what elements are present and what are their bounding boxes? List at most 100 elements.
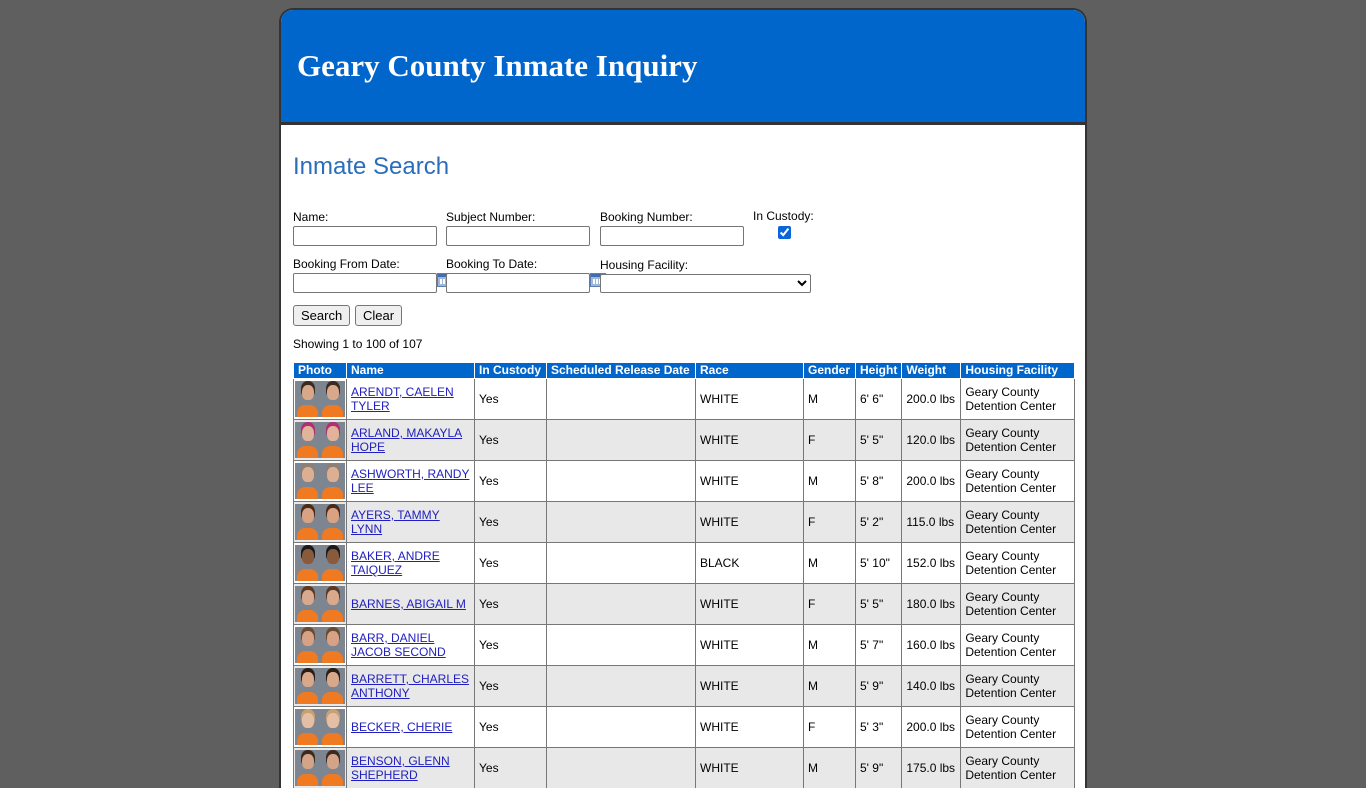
- booking-from-date-input[interactable]: [293, 273, 437, 293]
- mugshot-thumbnail[interactable]: [295, 668, 345, 704]
- cell-gender: M: [804, 543, 856, 584]
- mugshot-front: [295, 381, 320, 417]
- cell-in-custody: Yes: [475, 666, 547, 707]
- table-row: ARLAND, MAKAYLA HOPEYesWHITEF5' 5"120.0 …: [294, 420, 1075, 461]
- page-frame: Geary County Inmate Inquiry Inmate Searc…: [279, 8, 1087, 788]
- cell-height: 5' 8": [856, 461, 902, 502]
- booking-to-date-field-group: Booking To Date:: [446, 258, 606, 293]
- cell-height: 5' 5": [856, 584, 902, 625]
- column-header-name: Name: [347, 363, 475, 379]
- table-row: ASHWORTH, RANDY LEEYesWHITEM5' 8"200.0 l…: [294, 461, 1075, 502]
- cell-housing-facility: Geary County Detention Center: [961, 666, 1075, 707]
- cell-race: WHITE: [696, 379, 804, 420]
- housing-facility-field-group: Housing Facility:: [600, 259, 811, 293]
- mugshot-thumbnail[interactable]: [295, 381, 345, 417]
- cell-in-custody: Yes: [475, 502, 547, 543]
- cell-photo: [294, 543, 347, 584]
- cell-photo: [294, 625, 347, 666]
- mugshot-profile: [320, 463, 345, 499]
- cell-weight: 200.0 lbs: [902, 707, 961, 748]
- cell-height: 5' 7": [856, 625, 902, 666]
- inmate-name-link[interactable]: BARRETT, CHARLES ANTHONY: [351, 672, 469, 700]
- clear-button[interactable]: Clear: [355, 305, 402, 326]
- inmate-name-link[interactable]: ARENDT, CAELEN TYLER: [351, 385, 454, 413]
- cell-height: 5' 10": [856, 543, 902, 584]
- mugshot-thumbnail[interactable]: [295, 463, 345, 499]
- mugshot-front: [295, 668, 320, 704]
- column-header-weight: Weight: [902, 363, 961, 379]
- mugshot-thumbnail[interactable]: [295, 504, 345, 540]
- cell-release-date: [547, 461, 696, 502]
- cell-photo: [294, 420, 347, 461]
- mugshot-front: [295, 545, 320, 581]
- site-header: Geary County Inmate Inquiry: [281, 10, 1085, 125]
- mugshot-front: [295, 586, 320, 622]
- mugshot-thumbnail[interactable]: [295, 627, 345, 663]
- in-custody-checkbox[interactable]: [778, 226, 791, 239]
- mugshot-profile: [320, 709, 345, 745]
- cell-name: ARENDT, CAELEN TYLER: [347, 379, 475, 420]
- booking-number-label: Booking Number:: [600, 211, 744, 224]
- cell-housing-facility: Geary County Detention Center: [961, 502, 1075, 543]
- cell-release-date: [547, 666, 696, 707]
- inmate-name-link[interactable]: BECKER, CHERIE: [351, 720, 452, 734]
- cell-height: 5' 9": [856, 666, 902, 707]
- inmate-name-link[interactable]: AYERS, TAMMY LYNN: [351, 508, 440, 536]
- cell-release-date: [547, 543, 696, 584]
- table-row: BARNES, ABIGAIL MYesWHITEF5' 5"180.0 lbs…: [294, 584, 1075, 625]
- column-header-gender: Gender: [804, 363, 856, 379]
- inmate-name-link[interactable]: BAKER, ANDRE TAIQUEZ: [351, 549, 440, 577]
- mugshot-thumbnail[interactable]: [295, 545, 345, 581]
- mugshot-front: [295, 463, 320, 499]
- mugshot-thumbnail[interactable]: [295, 422, 345, 458]
- cell-housing-facility: Geary County Detention Center: [961, 420, 1075, 461]
- cell-gender: F: [804, 420, 856, 461]
- mugshot-thumbnail[interactable]: [295, 586, 345, 622]
- mugshot-thumbnail[interactable]: [295, 709, 345, 745]
- subject-number-input[interactable]: [446, 226, 590, 246]
- search-button[interactable]: Search: [293, 305, 350, 326]
- column-header-race: Race: [696, 363, 804, 379]
- booking-to-date-label: Booking To Date:: [446, 258, 606, 271]
- cell-gender: F: [804, 584, 856, 625]
- mugshot-profile: [320, 545, 345, 581]
- column-header-height: Height: [856, 363, 902, 379]
- booking-to-date-input[interactable]: [446, 273, 590, 293]
- cell-height: 5' 3": [856, 707, 902, 748]
- cell-name: BARNES, ABIGAIL M: [347, 584, 475, 625]
- mugshot-profile: [320, 586, 345, 622]
- cell-name: BARR, DANIEL JACOB SECOND: [347, 625, 475, 666]
- cell-race: WHITE: [696, 584, 804, 625]
- cell-race: WHITE: [696, 707, 804, 748]
- inmate-name-link[interactable]: BARR, DANIEL JACOB SECOND: [351, 631, 446, 659]
- mugshot-thumbnail[interactable]: [295, 750, 345, 786]
- mugshot-profile: [320, 750, 345, 786]
- cell-name: BARRETT, CHARLES ANTHONY: [347, 666, 475, 707]
- booking-number-input[interactable]: [600, 226, 744, 246]
- cell-photo: [294, 707, 347, 748]
- mugshot-profile: [320, 381, 345, 417]
- table-row: AYERS, TAMMY LYNNYesWHITEF5' 2"115.0 lbs…: [294, 502, 1075, 543]
- inmate-name-link[interactable]: BENSON, GLENN SHEPHERD: [351, 754, 450, 782]
- name-input[interactable]: [293, 226, 437, 246]
- mugshot-front: [295, 504, 320, 540]
- cell-gender: M: [804, 666, 856, 707]
- table-row: BECKER, CHERIEYesWHITEF5' 3"200.0 lbsGea…: [294, 707, 1075, 748]
- cell-height: 5' 2": [856, 502, 902, 543]
- mugshot-front: [295, 709, 320, 745]
- inmate-name-link[interactable]: ARLAND, MAKAYLA HOPE: [351, 426, 462, 454]
- table-row: BARRETT, CHARLES ANTHONYYesWHITEM5' 9"14…: [294, 666, 1075, 707]
- inmate-name-link[interactable]: ASHWORTH, RANDY LEE: [351, 467, 469, 495]
- cell-in-custody: Yes: [475, 543, 547, 584]
- in-custody-field-group: In Custody:: [753, 210, 814, 242]
- name-field-group: Name:: [293, 211, 437, 246]
- column-header-housing-facility: Housing Facility: [961, 363, 1075, 379]
- cell-housing-facility: Geary County Detention Center: [961, 461, 1075, 502]
- inmate-name-link[interactable]: BARNES, ABIGAIL M: [351, 597, 466, 611]
- cell-race: WHITE: [696, 420, 804, 461]
- cell-name: ARLAND, MAKAYLA HOPE: [347, 420, 475, 461]
- site-title: Geary County Inmate Inquiry: [297, 48, 697, 84]
- results-table: Photo Name In Custody Scheduled Release …: [293, 362, 1075, 788]
- housing-facility-select[interactable]: [600, 274, 811, 293]
- cell-gender: M: [804, 379, 856, 420]
